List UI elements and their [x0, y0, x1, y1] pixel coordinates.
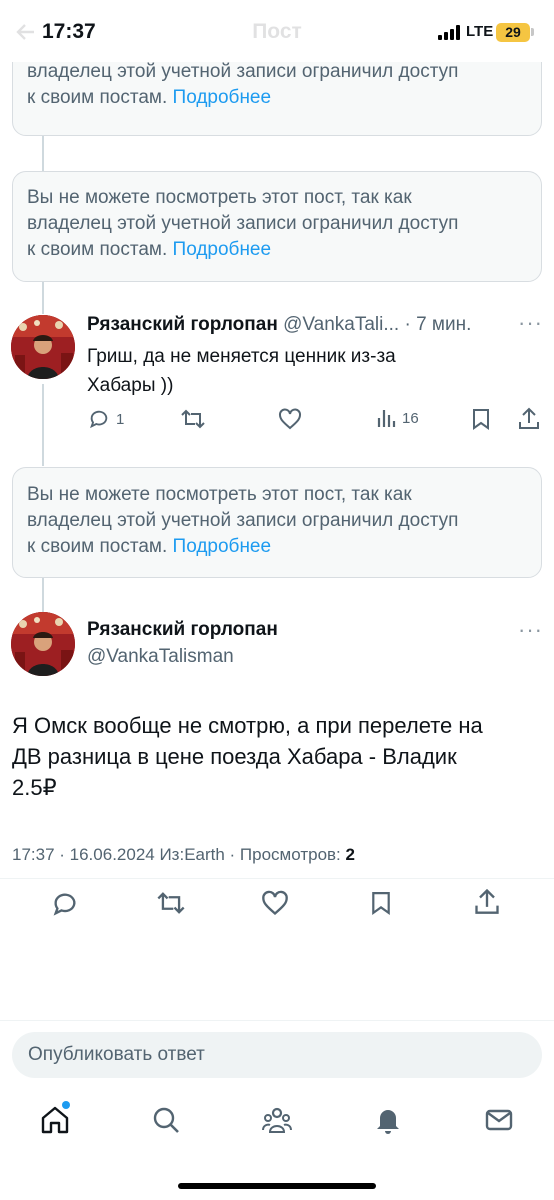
text-line: Я Омск вообще не смотрю, а при перелете …: [12, 713, 483, 738]
text-line: Гриш, да не меняется ценник из-за: [87, 346, 396, 367]
bookmark-icon: [372, 892, 390, 916]
restricted-post-notice: Вы не можете посмотреть этот пост, так к…: [12, 467, 542, 578]
bookmark-button[interactable]: [471, 408, 491, 430]
like-button[interactable]: [278, 408, 302, 430]
bookmark-button[interactable]: [370, 890, 392, 916]
share-icon: [519, 407, 539, 429]
restricted-post-notice: Вы не можете посмотреть этот пост, так к…: [12, 171, 542, 282]
notice-line: к своим постам.: [27, 87, 168, 108]
avatar[interactable]: [11, 612, 75, 676]
text-line: Хабары )): [87, 375, 174, 396]
heart-icon: [279, 408, 301, 430]
author-handle[interactable]: @VankaTali...: [283, 314, 399, 335]
reply-icon: [53, 893, 76, 916]
battery-tip: [531, 28, 534, 36]
reply-button[interactable]: [51, 890, 79, 918]
communities-icon[interactable]: [261, 1104, 293, 1136]
post-text: Я Омск вообще не смотрю, а при перелете …: [12, 710, 542, 803]
divider: [0, 1020, 554, 1021]
repost-icon: [181, 409, 205, 429]
avatar-image: [11, 612, 75, 676]
share-button[interactable]: [518, 406, 540, 430]
notice-line: владелец этой учетной записи ограничил д…: [27, 61, 459, 82]
more-options-icon[interactable]: ···: [518, 310, 543, 336]
repost-button[interactable]: [156, 890, 186, 916]
repost-button[interactable]: [180, 408, 206, 430]
status-bar: 17:37 Пост LTE 29: [0, 0, 554, 62]
reply-header: Рязанский горлопан @VankaTali... · 7 мин…: [87, 314, 507, 336]
bookmark-icon: [473, 409, 489, 430]
author-name[interactable]: Рязанский горлопан: [87, 314, 278, 335]
search-icon[interactable]: [150, 1104, 182, 1136]
reply-text: Гриш, да не меняется ценник из-за Хабары…: [87, 342, 517, 400]
repost-icon: [157, 892, 185, 914]
learn-more-link[interactable]: Подробнее: [173, 239, 272, 260]
divider: [0, 878, 554, 879]
notice-line: владелец этой учетной записи ограничил д…: [27, 510, 459, 531]
avatar[interactable]: [11, 315, 75, 379]
reply-button[interactable]: 1: [88, 408, 124, 430]
learn-more-link[interactable]: Подробнее: [173, 536, 272, 557]
messages-icon[interactable]: [483, 1104, 515, 1136]
post-meta-text: 17:37 · 16.06.2024 Из:Earth · Просмотров…: [12, 845, 346, 864]
reply-count: 1: [116, 410, 125, 428]
more-options-icon[interactable]: ···: [518, 617, 543, 643]
notice-line: к своим постам.: [27, 239, 168, 260]
home-indicator: [178, 1183, 376, 1189]
reply-compose-input[interactable]: Опубликовать ответ: [12, 1032, 542, 1078]
share-icon: [475, 888, 499, 914]
notice-line: Вы не можете посмотреть этот пост, так к…: [27, 484, 412, 505]
thread-line: [42, 384, 44, 466]
network-label: LTE: [466, 23, 494, 40]
text-line: 2.5₽: [12, 775, 57, 800]
views-icon: [377, 410, 396, 427]
home-icon[interactable]: [39, 1104, 71, 1136]
like-button[interactable]: [261, 890, 289, 916]
text-line: ДВ разница в цене поезда Хабара - Владик: [12, 744, 457, 769]
thread-line: [42, 135, 44, 171]
notice-line: Вы не можете посмотреть этот пост, так к…: [27, 187, 412, 208]
thread-line: [42, 578, 44, 614]
learn-more-link[interactable]: Подробнее: [173, 87, 272, 108]
notice-line: к своим постам.: [27, 536, 168, 557]
post-meta: 17:37 · 16.06.2024 Из:Earth · Просмотров…: [12, 845, 355, 865]
author-name[interactable]: Рязанский горлопан: [87, 619, 278, 641]
battery-icon: 29: [496, 23, 530, 42]
views-count: 16: [402, 409, 419, 427]
views-count[interactable]: 2: [346, 845, 355, 864]
share-button[interactable]: [474, 887, 500, 915]
notifications-icon[interactable]: [372, 1104, 404, 1136]
author-handle[interactable]: @VankaTalisman: [87, 646, 234, 668]
views-button[interactable]: 16: [376, 408, 419, 428]
signal-icon: [438, 25, 462, 40]
heart-icon: [262, 890, 288, 916]
post-time: · 7 мин.: [404, 314, 472, 335]
reply-icon: [90, 410, 108, 429]
thread-line: [42, 282, 44, 314]
avatar-image: [11, 315, 75, 379]
notice-line: владелец этой учетной записи ограничил д…: [27, 213, 459, 234]
